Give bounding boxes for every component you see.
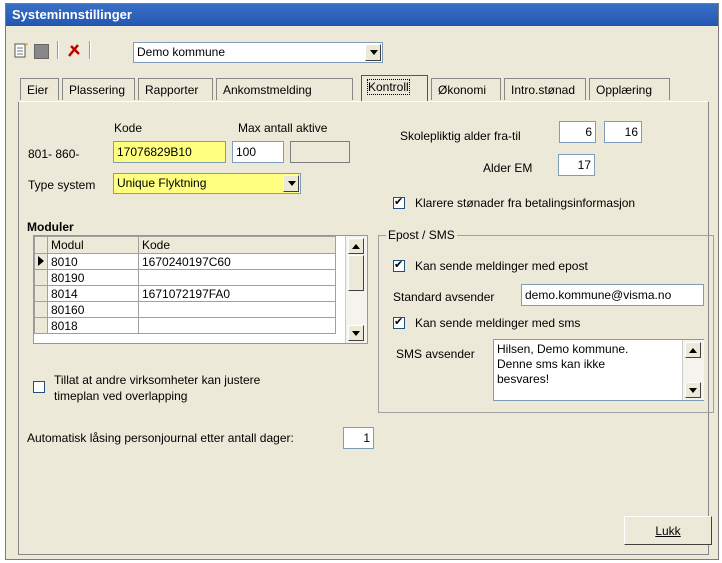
aktive-count-field [290,141,350,163]
max-aktive-label: Max antall aktive [238,121,328,135]
row-indicator [34,285,48,302]
tab-ankomstmelding[interactable]: Ankomstmelding [216,78,353,100]
row-indicator [34,269,48,286]
scroll-up-icon[interactable] [348,238,364,254]
skolepliktig-from-field[interactable]: 6 [559,121,596,143]
auto-lock-field[interactable]: 1 [343,427,374,449]
tab-opplaering[interactable]: Opplæring [589,78,670,100]
toolbar-separator [57,41,59,59]
organization-value: Demo kommune [137,45,226,59]
range-label: 801- 860- [28,147,80,161]
delete-icon[interactable] [66,42,82,58]
tab-label: Kontroll [367,79,410,95]
moduler-title: Moduler [27,220,74,234]
kode-cell[interactable] [138,317,336,334]
epost-checkbox[interactable] [393,258,405,272]
kode-cell[interactable] [138,301,336,318]
close-button[interactable]: Lukk [624,516,712,545]
standard-avsender-field[interactable]: demo.kommune@visma.no [521,284,704,306]
tillat-label-line1: Tillat at andre virksomheter kan justere [54,373,261,387]
tab-okonomi[interactable]: Økonomi [431,78,501,100]
row-indicator [34,317,48,334]
table-row[interactable]: 8010 1670240197C60 [34,253,336,270]
table-row[interactable]: 80190 [34,269,336,286]
sms-avsender-label: SMS avsender [396,347,475,361]
tab-label: Rapporter [145,83,199,97]
chevron-down-icon[interactable] [365,44,381,61]
type-system-label: Type system [28,178,96,192]
scroll-down-icon[interactable] [685,382,701,398]
alder-em-label: Alder EM [483,161,533,175]
epost-label: Kan sende meldinger med epost [415,259,588,273]
max-aktive-field[interactable]: 100 [232,141,284,163]
kode-field[interactable]: 17076829B10 [113,141,226,163]
table-row[interactable]: 8014 1671072197FA0 [34,285,336,302]
skolepliktig-label: Skolepliktig alder fra-til [400,129,521,143]
modul-cell[interactable]: 8010 [47,253,139,270]
scroll-up-icon[interactable] [685,342,701,358]
auto-lock-label: Automatisk låsing personjournal etter an… [27,431,294,445]
modul-cell[interactable]: 80190 [47,269,139,286]
toolbar-separator [89,41,91,59]
epost-sms-title: Epost / SMS [386,228,457,242]
modul-header: Modul [47,236,139,254]
kode-cell[interactable]: 1671072197FA0 [138,285,336,302]
row-indicator-icon [34,253,48,270]
tab-eier[interactable]: Eier [20,78,59,100]
tab-rapporter[interactable]: Rapporter [138,78,213,100]
tab-plassering[interactable]: Plassering [62,78,135,100]
kode-header: Kode [138,236,336,254]
window-title: Systeminnstillinger [12,7,132,22]
sms-line: Hilsen, Demo kommune. [497,342,629,356]
kode-cell[interactable]: 1670240197C60 [138,253,336,270]
table-row[interactable]: 8018 [34,317,336,334]
tab-label: Opplæring [596,83,653,97]
organization-select[interactable]: Demo kommune [133,42,383,63]
alder-em-field[interactable]: 17 [558,154,595,176]
tillat-checkbox[interactable] [33,381,45,393]
grid-scrollbar[interactable] [345,236,367,343]
modul-cell[interactable]: 8018 [47,317,139,334]
new-document-icon[interactable] [13,43,29,59]
skolepliktig-to-field[interactable]: 16 [604,121,642,143]
tab-label: Eier [27,83,49,97]
tab-intro-stonad[interactable]: Intro.stønad [504,78,586,100]
tab-label: Intro.stønad [511,83,576,97]
close-label: Lukk [655,524,681,538]
klarere-label: Klarere stønader fra betalingsinformasjo… [415,196,636,210]
modul-cell[interactable]: 8014 [47,285,139,302]
modul-cell[interactable]: 80160 [47,301,139,318]
table-row[interactable]: 80160 [34,301,336,318]
moduler-grid[interactable]: Modul Kode 8010 1670240197C60 80190 8014… [33,235,368,344]
sms-line: besvares! [497,372,550,386]
chevron-down-icon[interactable] [283,175,299,192]
type-system-value: Unique Flyktning [117,176,207,190]
tab-kontroll[interactable]: Kontroll [361,75,428,101]
row-indicator [34,301,48,318]
tab-label: Plassering [69,83,126,97]
sms-line: Denne sms kan ikke [497,357,606,371]
sms-checkbox[interactable] [393,315,405,329]
scroll-down-icon[interactable] [348,325,364,341]
kode-label: Kode [114,121,143,135]
sms-label: Kan sende meldinger med sms [415,316,581,330]
tab-label: Økonomi [438,83,487,97]
tillat-label-line2: timeplan ved overlapping [54,389,188,403]
grid-corner [34,236,48,254]
kode-cell[interactable] [138,269,336,286]
scroll-thumb[interactable] [348,255,364,291]
type-system-select[interactable]: Unique Flyktning [113,173,301,194]
sms-avsender-field[interactable]: Hilsen, Demo kommune. Denne sms kan ikke… [493,339,704,401]
standard-avsender-label: Standard avsender [393,290,495,304]
sms-scrollbar[interactable] [682,340,704,400]
save-icon[interactable] [34,44,49,59]
tab-label: Ankomstmelding [223,83,312,97]
klarere-checkbox[interactable] [393,195,405,209]
